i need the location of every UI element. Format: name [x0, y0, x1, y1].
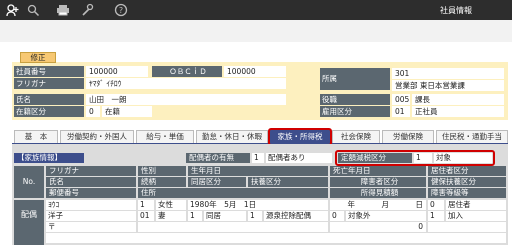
row-disability: 対象外 [346, 211, 426, 221]
row-resident: 居住者 [446, 200, 506, 210]
post-name: 課長 [412, 94, 504, 105]
col-death-date: 死亡年月日 [330, 166, 426, 176]
row-sex-code[interactable]: 1 [138, 200, 154, 210]
furigana-field[interactable]: ﾔﾏﾀﾞ ｲﾁﾛｳ [86, 78, 286, 89]
tab-labor-insurance[interactable]: 労働保険 [382, 130, 434, 143]
col-birthdate: 生年月日 [188, 166, 328, 176]
help-icon[interactable]: ? [114, 3, 128, 17]
col-health-dependent: 健保扶養区分 [428, 177, 506, 187]
row-disability-code[interactable]: 0 [330, 211, 344, 221]
row-relation: 妻 [156, 211, 186, 221]
tab-attendance[interactable]: 勤怠・休日・休暇 [196, 130, 268, 143]
title-bar: ? 社員情報 [0, 0, 512, 20]
dept-code-field[interactable]: 301 [392, 68, 504, 79]
add-user-icon[interactable] [6, 3, 20, 17]
tab-basic[interactable]: 基 本 [14, 130, 58, 143]
tools-icon[interactable] [80, 3, 94, 17]
row-resident-code[interactable]: 0 [428, 200, 444, 210]
row-health-code[interactable]: 1 [428, 211, 444, 221]
row-sex: 女性 [156, 200, 186, 210]
post-label: 役職 [320, 94, 390, 105]
col-resident: 居住者区分 [428, 166, 506, 176]
furigana-label: フリガナ [14, 78, 84, 89]
row-dependent-code[interactable]: 1 [248, 211, 262, 221]
col-disability-grade: 障害等級等 [428, 188, 506, 198]
toolbar-strip [0, 20, 512, 42]
row-disability-grade[interactable] [428, 222, 506, 232]
status-value: 在籍 [102, 106, 152, 117]
tab-social-insurance[interactable]: 社会保険 [332, 130, 380, 143]
col-income-estimate: 所得見積額 [330, 188, 426, 198]
name-label: 氏名 [14, 94, 84, 105]
row-relation-code[interactable]: 01 [138, 211, 154, 221]
row-dependent: 源泉控除配偶 [264, 211, 328, 221]
employee-no-field[interactable]: 100000 [86, 66, 148, 77]
tab-resident-tax[interactable]: 住民税・通勤手当 [436, 130, 508, 143]
highlight-frame-deduction [335, 150, 495, 166]
col-dependent: 扶養区分 [248, 177, 328, 187]
dept-label: 所属 [320, 68, 390, 90]
obcid-label: ＯＢＣｉＤ [152, 66, 222, 77]
row-next-blank[interactable] [46, 233, 506, 243]
row-address[interactable] [138, 222, 328, 232]
row-income-estimate[interactable]: 0 [330, 222, 426, 232]
col-address: 住所 [138, 188, 328, 198]
post-code-field[interactable]: 005 [392, 94, 410, 105]
spouse-label: 配偶者の有無 [186, 153, 250, 163]
spouse-code-field[interactable]: 1 [252, 153, 264, 163]
row-label-spouse: 配偶 [14, 200, 44, 245]
tab-labor-contract[interactable]: 労働契約・外国人 [60, 130, 134, 143]
row-cohabit-code[interactable]: 1 [188, 211, 202, 221]
no-header: No. [14, 166, 44, 198]
dept-name: 営業部 東日本営業課 [392, 80, 504, 91]
col-sex: 性別 [138, 166, 186, 176]
svg-text:?: ? [119, 6, 123, 15]
col-disability: 障害者区分 [330, 177, 426, 187]
family-section-title: 【家族情報】 [14, 153, 84, 163]
emp-type-label: 雇用区分 [320, 106, 390, 117]
col-cohabit: 同居区分 [188, 177, 246, 187]
edit-mode-badge: 修正 [20, 52, 56, 63]
status-code-field[interactable]: 0 [86, 106, 100, 117]
print-icon[interactable] [56, 3, 70, 17]
status-label: 在籍区分 [14, 106, 84, 117]
employee-no-label: 社員番号 [14, 66, 84, 77]
name-field[interactable]: 山田 一朗 [86, 94, 286, 105]
row-birthdate[interactable]: 1980年 5月 1日 [188, 200, 328, 210]
row-furigana[interactable]: ﾖｳｺ [46, 200, 136, 210]
emp-type-name: 正社員 [412, 106, 504, 117]
row-cohabit: 同居 [204, 211, 246, 221]
col-relation: 続柄 [138, 177, 186, 187]
emp-type-code-field[interactable]: 01 [392, 106, 410, 117]
row-death-year[interactable]: 年 [330, 200, 358, 210]
obcid-field[interactable]: 100000 [224, 66, 286, 77]
search-icon[interactable] [26, 3, 40, 17]
tab-salary[interactable]: 給与・単価 [136, 130, 194, 143]
col-name: 氏名 [46, 177, 136, 187]
row-zip[interactable]: 〒 [46, 222, 136, 232]
row-health: 加入 [446, 211, 506, 221]
col-furigana: フリガナ [46, 166, 136, 176]
window-title: 社員情報 [440, 6, 472, 15]
row-death-day[interactable]: 日 [392, 200, 426, 210]
row-death-month[interactable]: 月 [358, 200, 392, 210]
col-zip: 郵便番号 [46, 188, 136, 198]
row-name[interactable]: 洋子 [46, 211, 136, 221]
spouse-value: 配偶者あり [266, 153, 332, 163]
